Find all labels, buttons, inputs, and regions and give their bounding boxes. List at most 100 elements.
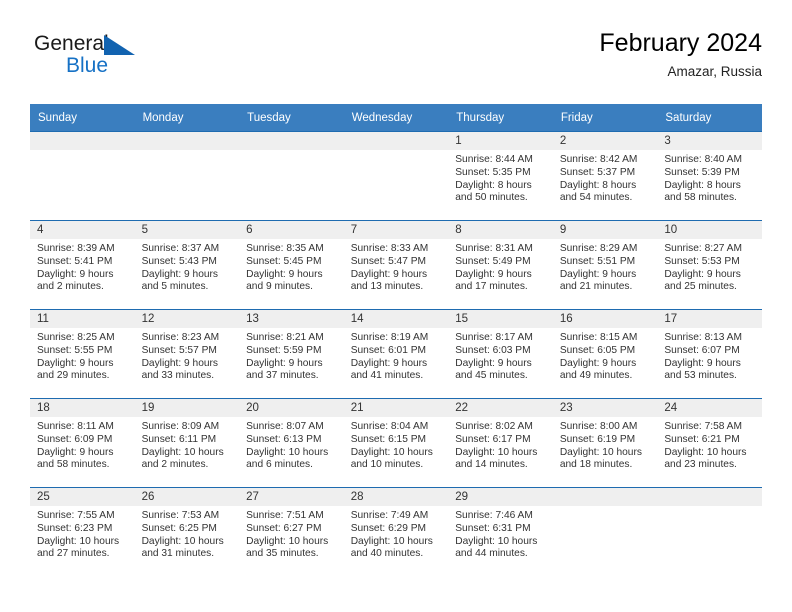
weekday-header-wednesday: Wednesday (343, 104, 449, 132)
sunset-text: Sunset: 5:55 PM (37, 344, 113, 356)
day-number (30, 132, 135, 150)
day-details: Sunrise: 7:55 AM Sunset: 6:23 PM Daylight:… (30, 506, 135, 561)
calendar-day-cell[interactable]: 25 Sunrise: 7:55 AM Sunset: 6:23 PM Dayligh… (30, 487, 135, 576)
calendar-day-cell[interactable]: 24 Sunrise: 7:58 AM Sunset: 6:21 PM Dayligh… (657, 398, 762, 488)
daylight-text-line2: and 40 minutes. (350, 548, 424, 560)
sunset-text: Sunset: 6:21 PM (664, 433, 740, 445)
day-number: 26 (134, 488, 240, 506)
daylight-text-line1: Daylight: 9 hours (455, 268, 532, 280)
brand-name-general: General (34, 32, 109, 55)
sunset-text: Sunset: 6:07 PM (664, 344, 740, 356)
calendar-day-cell[interactable]: 4 Sunrise: 8:39 AM Sunset: 5:41 PM Daylight… (30, 220, 135, 310)
daylight-text-line2: and 33 minutes. (141, 370, 215, 382)
day-number: 17 (657, 310, 762, 328)
calendar-day-cell[interactable]: 2 Sunrise: 8:42 AM Sunset: 5:37 PM Daylight… (552, 131, 658, 221)
daylight-text-line2: and 13 minutes. (350, 281, 424, 293)
day-number: 14 (343, 310, 449, 328)
day-details: Sunrise: 7:53 AM Sunset: 6:25 PM Daylight:… (135, 506, 240, 561)
calendar-day-cell[interactable]: 22 Sunrise: 8:02 AM Sunset: 6:17 PM Dayligh… (448, 398, 553, 488)
calendar-day-cell[interactable]: 11 Sunrise: 8:25 AM Sunset: 5:55 PM Dayligh… (30, 309, 135, 399)
day-number: 29 (448, 488, 553, 506)
calendar-week-row: 4 Sunrise: 8:39 AM Sunset: 5:41 PM Daylight… (30, 220, 762, 310)
sunset-text: Sunset: 5:53 PM (664, 255, 740, 267)
day-number: 4 (30, 221, 135, 239)
calendar-day-cell[interactable]: 7 Sunrise: 8:33 AM Sunset: 5:47 PM Daylight… (343, 220, 449, 310)
sunrise-text: Sunrise: 8:31 AM (455, 243, 533, 254)
day-number (552, 488, 658, 506)
daylight-text-line1: Daylight: 9 hours (37, 357, 114, 369)
calendar-day-cell[interactable]: 27 Sunrise: 7:51 AM Sunset: 6:27 PM Dayligh… (239, 487, 344, 576)
calendar-day-cell-empty (552, 487, 658, 576)
daylight-text-line2: and 23 minutes. (664, 459, 737, 471)
daylight-text-line1: Daylight: 10 hours (37, 535, 120, 547)
daylight-text-line1: Daylight: 9 hours (455, 357, 532, 369)
sunrise-text: Sunrise: 8:33 AM (350, 243, 429, 254)
day-details: Sunrise: 8:40 AM Sunset: 5:39 PM Daylight:… (657, 150, 762, 205)
calendar-day-cell[interactable]: 18 Sunrise: 8:11 AM Sunset: 6:09 PM Dayligh… (30, 398, 135, 488)
daylight-text-line2: and 45 minutes. (455, 370, 528, 382)
calendar-day-cell[interactable]: 20 Sunrise: 8:07 AM Sunset: 6:13 PM Dayligh… (239, 398, 344, 488)
day-number: 23 (552, 399, 658, 417)
daylight-text-line1: Daylight: 9 hours (37, 446, 114, 458)
day-details: Sunrise: 8:15 AM Sunset: 6:05 PM Daylight:… (553, 328, 658, 383)
daylight-text-line1: Daylight: 8 hours (455, 179, 532, 191)
calendar-day-cell[interactable]: 14 Sunrise: 8:19 AM Sunset: 6:01 PM Dayligh… (343, 309, 449, 399)
day-details: Sunrise: 8:00 AM Sunset: 6:19 PM Daylight:… (553, 417, 658, 472)
day-number: 5 (134, 221, 240, 239)
daylight-text-line2: and 2 minutes. (37, 281, 104, 293)
daylight-text-line1: Daylight: 10 hours (455, 535, 538, 547)
day-details: Sunrise: 8:04 AM Sunset: 6:15 PM Daylight:… (344, 417, 449, 472)
calendar-day-cell[interactable]: 21 Sunrise: 8:04 AM Sunset: 6:15 PM Dayligh… (343, 398, 449, 488)
day-number: 2 (552, 132, 658, 150)
daylight-text-line1: Daylight: 10 hours (246, 535, 329, 547)
calendar-day-cell[interactable]: 1 Sunrise: 8:44 AM Sunset: 5:35 PM Daylight… (448, 131, 553, 221)
calendar-body: 1 Sunrise: 8:44 AM Sunset: 5:35 PM Daylight… (30, 131, 762, 576)
sunset-text: Sunset: 6:17 PM (455, 433, 531, 445)
calendar-day-cell[interactable]: 19 Sunrise: 8:09 AM Sunset: 6:11 PM Dayligh… (134, 398, 240, 488)
calendar-day-cell[interactable]: 3 Sunrise: 8:40 AM Sunset: 5:39 PM Daylight… (657, 131, 762, 221)
weekday-header-thursday: Thursday (448, 104, 553, 132)
sunset-text: Sunset: 5:59 PM (246, 344, 322, 356)
sunrise-text: Sunrise: 8:25 AM (37, 332, 115, 343)
calendar-week-row: 25 Sunrise: 7:55 AM Sunset: 6:23 PM Dayligh… (30, 487, 762, 576)
calendar-day-cell[interactable]: 6 Sunrise: 8:35 AM Sunset: 5:45 PM Daylight… (239, 220, 344, 310)
daylight-text-line2: and 58 minutes. (37, 459, 110, 471)
daylight-text-line2: and 25 minutes. (664, 281, 737, 293)
daylight-text-line2: and 14 minutes. (455, 459, 528, 471)
sunrise-text: Sunrise: 8:13 AM (664, 332, 742, 343)
calendar-day-cell[interactable]: 17 Sunrise: 8:13 AM Sunset: 6:07 PM Dayligh… (657, 309, 762, 399)
calendar-day-cell[interactable]: 28 Sunrise: 7:49 AM Sunset: 6:29 PM Dayligh… (343, 487, 449, 576)
daylight-text-line1: Daylight: 9 hours (141, 357, 219, 369)
calendar-day-cell[interactable]: 15 Sunrise: 8:17 AM Sunset: 6:03 PM Dayligh… (448, 309, 553, 399)
brand-logo[interactable]: General Blue (34, 32, 234, 88)
sunset-text: Sunset: 6:09 PM (37, 433, 113, 445)
day-number: 18 (30, 399, 135, 417)
calendar-day-cell-empty (343, 131, 449, 221)
daylight-text-line1: Daylight: 9 hours (664, 268, 741, 280)
calendar-day-cell[interactable]: 5 Sunrise: 8:37 AM Sunset: 5:43 PM Daylight… (134, 220, 240, 310)
sunset-text: Sunset: 6:03 PM (455, 344, 531, 356)
daylight-text-line1: Daylight: 8 hours (664, 179, 741, 191)
calendar-day-cell[interactable]: 12 Sunrise: 8:23 AM Sunset: 5:57 PM Dayligh… (134, 309, 240, 399)
day-details: Sunrise: 8:33 AM Sunset: 5:47 PM Daylight:… (344, 239, 449, 294)
calendar-day-cell[interactable]: 9 Sunrise: 8:29 AM Sunset: 5:51 PM Daylight… (552, 220, 658, 310)
calendar-day-cell[interactable]: 23 Sunrise: 8:00 AM Sunset: 6:19 PM Dayligh… (552, 398, 658, 488)
calendar-day-cell[interactable]: 8 Sunrise: 8:31 AM Sunset: 5:49 PM Daylight… (448, 220, 553, 310)
calendar-day-cell[interactable]: 29 Sunrise: 7:46 AM Sunset: 6:31 PM Dayligh… (448, 487, 553, 576)
calendar-day-cell[interactable]: 16 Sunrise: 8:15 AM Sunset: 6:05 PM Dayligh… (552, 309, 658, 399)
calendar-week-row: 1 Sunrise: 8:44 AM Sunset: 5:35 PM Daylight… (30, 131, 762, 221)
day-number: 7 (343, 221, 449, 239)
sunrise-text: Sunrise: 8:00 AM (559, 421, 638, 432)
sunrise-text: Sunrise: 7:58 AM (664, 421, 742, 432)
calendar-day-cell[interactable]: 26 Sunrise: 7:53 AM Sunset: 6:25 PM Dayligh… (134, 487, 240, 576)
sunrise-text: Sunrise: 7:55 AM (37, 510, 115, 521)
daylight-text-line1: Daylight: 9 hours (246, 268, 323, 280)
sunset-text: Sunset: 5:35 PM (455, 166, 531, 178)
sunset-text: Sunset: 5:39 PM (664, 166, 740, 178)
sunset-text: Sunset: 6:29 PM (350, 522, 427, 534)
calendar-day-cell[interactable]: 10 Sunrise: 8:27 AM Sunset: 5:53 PM Dayligh… (657, 220, 762, 310)
daylight-text-line2: and 5 minutes. (141, 281, 209, 293)
day-details: Sunrise: 8:23 AM Sunset: 5:57 PM Daylight:… (135, 328, 240, 383)
calendar-day-cell[interactable]: 13 Sunrise: 8:21 AM Sunset: 5:59 PM Dayligh… (239, 309, 344, 399)
sunrise-text: Sunrise: 8:21 AM (246, 332, 324, 343)
